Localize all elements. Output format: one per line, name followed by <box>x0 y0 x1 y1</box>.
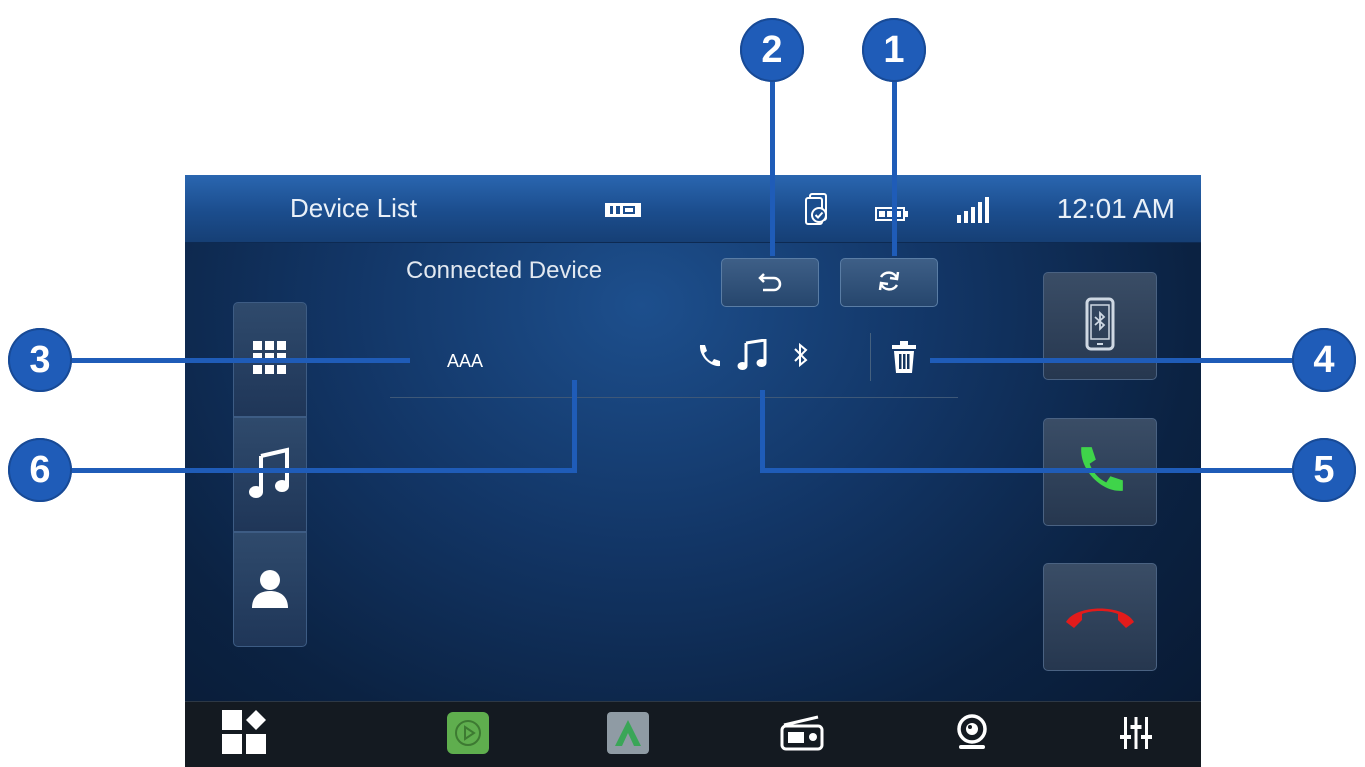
camera-button[interactable] <box>932 702 1012 767</box>
callout-5: 5 <box>1292 438 1356 502</box>
row-separator <box>390 397 958 398</box>
callout-4-leader <box>930 358 1292 363</box>
callout-1-leader <box>892 72 897 256</box>
contacts-button[interactable] <box>233 532 307 647</box>
radio-icon <box>780 715 824 755</box>
radio-button[interactable] <box>762 702 842 767</box>
call-end-icon <box>1062 600 1138 634</box>
callout-3: 3 <box>8 328 72 392</box>
usb-icon <box>605 202 641 221</box>
end-call-button[interactable] <box>1043 563 1157 671</box>
equalizer-button[interactable] <box>1096 702 1176 767</box>
bluetooth-device-button[interactable] <box>1043 272 1157 380</box>
android-auto-button[interactable] <box>588 702 668 767</box>
callout-6: 6 <box>8 438 72 502</box>
signal-icon <box>956 197 990 227</box>
music-note-icon <box>737 338 767 375</box>
row-divider <box>870 333 871 381</box>
phone-sync-icon <box>805 193 831 231</box>
phone-icon <box>697 343 721 373</box>
section-title: Connected Device <box>406 257 603 284</box>
delete-button[interactable] <box>892 341 916 377</box>
bluetooth-icon <box>793 342 809 371</box>
status-bar: Device List 12:01 AM <box>185 175 1201 243</box>
home-apps-icon <box>222 710 270 760</box>
trash-icon <box>892 341 916 377</box>
callout-2: 2 <box>740 18 804 82</box>
callout-3-leader <box>72 358 410 363</box>
home-apps-button[interactable] <box>206 702 286 767</box>
carplay-button[interactable] <box>428 702 508 767</box>
clock: 12:01 AM <box>1056 193 1175 224</box>
music-button[interactable] <box>233 417 307 532</box>
music-note-icon <box>249 446 291 504</box>
camera-icon <box>955 714 989 756</box>
callout-6-leader-h <box>72 468 577 473</box>
callout-6-leader-v <box>572 380 577 473</box>
refresh-icon <box>876 268 902 298</box>
equalizer-icon <box>1120 715 1152 755</box>
refresh-button[interactable] <box>840 258 938 307</box>
bottom-dock <box>185 701 1201 767</box>
contact-icon <box>250 568 290 612</box>
android-auto-icon <box>607 712 649 758</box>
callout-5-leader-h <box>760 468 1292 473</box>
device-name[interactable]: AAA <box>447 351 483 372</box>
callout-2-leader <box>770 72 775 256</box>
back-button[interactable] <box>721 258 819 307</box>
callout-1: 1 <box>862 18 926 82</box>
carplay-icon <box>447 712 489 758</box>
back-arrow-icon <box>757 270 783 296</box>
callout-5-leader-v <box>760 390 765 472</box>
callout-4: 4 <box>1292 328 1356 392</box>
bluetooth-phone-icon <box>1085 297 1115 355</box>
page-title: Device List <box>290 193 418 223</box>
